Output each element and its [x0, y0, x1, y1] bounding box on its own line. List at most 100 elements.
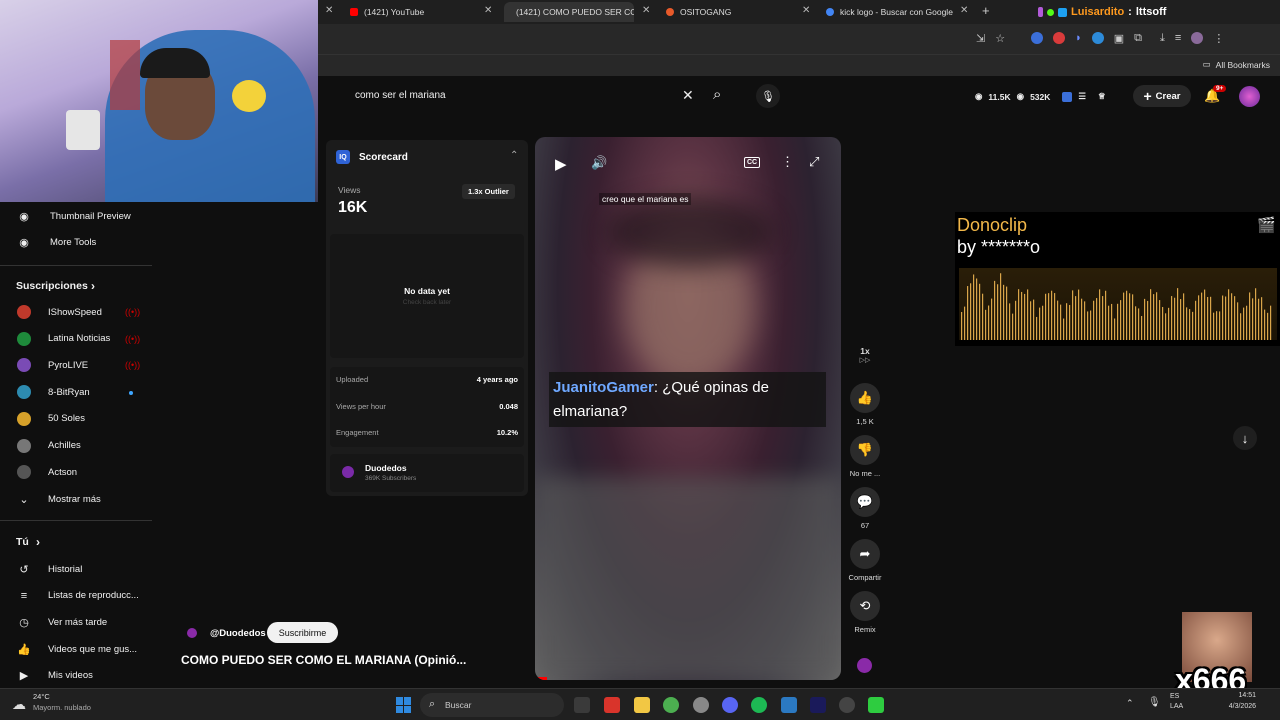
waveform-bar: [1264, 309, 1266, 340]
tab-title: (1421) YouTube: [364, 7, 425, 17]
remix-button[interactable]: ⟲ Remix: [846, 591, 884, 634]
sidebar-item-my-videos[interactable]: ▶ Mis videos: [0, 663, 152, 689]
waveform-bar: [1012, 313, 1014, 340]
all-bookmarks[interactable]: ▭ All Bookmarks: [1203, 59, 1270, 70]
browser-tab-youtube[interactable]: (1421) YouTube: [350, 2, 480, 22]
scroll-down-button[interactable]: ↓: [1233, 426, 1257, 450]
menu-icon[interactable]: ⋮: [1213, 32, 1224, 45]
new-tab-button[interactable]: +: [982, 3, 990, 18]
close-icon[interactable]: ✕: [802, 5, 810, 16]
puzzle-icon[interactable]: ⧉: [1134, 32, 1142, 45]
waveform-bar: [1210, 296, 1212, 340]
dislike-button[interactable]: 👎 No me ...: [846, 435, 884, 478]
weather-temp[interactable]: 24°C: [33, 692, 50, 701]
download-icon[interactable]: ⤓: [1160, 32, 1165, 45]
sidebar-item-subscription[interactable]: Achilles: [0, 433, 152, 459]
browser-tab-google[interactable]: kick logo - Buscar con Google: [826, 2, 956, 22]
voice-search-button[interactable]: 🎙: [756, 84, 780, 108]
sidebar-item-history[interactable]: ↺ Historial: [0, 556, 152, 582]
search-icon[interactable]: ⌕: [713, 86, 721, 103]
notifications-button[interactable]: 🔔 9+: [1204, 85, 1227, 104]
windows-start-icon[interactable]: [396, 697, 412, 713]
waveform-bar: [1213, 312, 1215, 340]
channel-avatar[interactable]: [187, 628, 197, 638]
extension-icon[interactable]: ◗: [1075, 32, 1082, 45]
vidiq-icon[interactable]: [1062, 91, 1073, 102]
notepad-icon[interactable]: [781, 697, 797, 713]
subscriptions-header[interactable]: Suscripciones ›: [0, 273, 152, 299]
file-explorer-icon[interactable]: [634, 697, 650, 713]
sidebar-item-subscription[interactable]: IShowSpeed ((•)): [0, 299, 152, 325]
show-more-button[interactable]: ⌄ Mostrar más: [0, 486, 152, 512]
subscribe-button[interactable]: Suscribirme: [267, 622, 338, 643]
extension-icon[interactable]: [1053, 32, 1066, 44]
close-icon[interactable]: ✕: [960, 5, 968, 16]
comments-button[interactable]: 💬 67: [846, 487, 884, 530]
language-indicator[interactable]: ES LAA: [1170, 692, 1183, 712]
account-avatar[interactable]: [1239, 86, 1260, 107]
browser-tab-ositogang[interactable]: OSITOGANG: [666, 2, 796, 22]
app-icon[interactable]: [693, 697, 709, 713]
sidebar-item-subscription[interactable]: PyroLIVE ((•)): [0, 352, 152, 378]
you-header[interactable]: Tú ›: [0, 529, 152, 555]
waveform-bar: [1243, 307, 1245, 340]
extension-icon[interactable]: [1031, 32, 1044, 44]
waveform-bar: [1141, 316, 1143, 340]
progress-bar[interactable]: [535, 677, 547, 680]
premiere-icon[interactable]: [810, 697, 826, 713]
extension-icon[interactable]: ▣: [1114, 32, 1124, 45]
extension-icon[interactable]: [1091, 32, 1104, 44]
close-icon[interactable]: ✕: [484, 5, 492, 16]
channel-avatar: [17, 411, 31, 426]
playback-speed-button[interactable]: 1x ▷▷: [846, 346, 884, 364]
task-view-icon[interactable]: [574, 697, 590, 713]
channel-card[interactable]: Duodedos 369K Subscribers: [330, 454, 524, 492]
close-icon[interactable]: ✕: [642, 5, 650, 16]
play-icon[interactable]: ▶: [555, 155, 567, 173]
kick-icon[interactable]: [868, 697, 884, 713]
profile-avatar[interactable]: [1191, 32, 1204, 44]
browser-tab-active[interactable]: (1421) COMO PUEDO SER COM: [504, 2, 634, 22]
queue-icon[interactable]: ≡: [1175, 32, 1181, 45]
volume-icon[interactable]: 🔊: [591, 155, 607, 171]
clock-time[interactable]: 14:51: [1238, 692, 1256, 699]
more-vert-icon[interactable]: ⋮: [781, 154, 794, 170]
close-icon[interactable]: ✕: [325, 5, 333, 16]
sidebar-item-playlist[interactable]: ≡ Listas de reproducc...: [0, 583, 152, 609]
audio-source-avatar[interactable]: [857, 658, 872, 673]
create-button[interactable]: + Crear: [1133, 85, 1191, 107]
sidebar-item-subscription[interactable]: Actson: [0, 459, 152, 485]
sidebar-item-clock[interactable]: ◷ Ver más tarde: [0, 609, 152, 635]
discord-icon[interactable]: [722, 697, 738, 713]
sidebar-item-thumbnail-preview[interactable]: ◉ Thumbnail Preview: [0, 203, 152, 229]
collapse-icon[interactable]: ⌃: [510, 150, 518, 161]
chrome-icon[interactable]: [663, 697, 679, 713]
fullscreen-icon[interactable]: ⤢: [809, 154, 819, 170]
captions-icon[interactable]: CC: [744, 157, 761, 168]
waveform-bar: [1084, 301, 1086, 340]
list-icon[interactable]: ☰: [1078, 91, 1086, 102]
app-icon[interactable]: [604, 697, 620, 713]
views-value: 16K: [338, 199, 368, 216]
spotify-icon[interactable]: [751, 697, 767, 713]
trophy-icon[interactable]: ♕: [1098, 91, 1106, 102]
bookmark-star-icon[interactable]: ☆: [995, 32, 1005, 45]
sidebar-item-thumb-up[interactable]: 👍 Videos que me gus...: [0, 636, 152, 662]
obs-icon[interactable]: [839, 697, 855, 713]
chevron-right-icon: ›: [91, 279, 95, 293]
weather-desc[interactable]: Mayorm. nublado: [33, 703, 91, 712]
sidebar-item-more-tools[interactable]: ◉ More Tools: [0, 229, 152, 255]
short-video-player[interactable]: ▶ 🔊 CC ⋮ ⤢ creo que el mariana es Juanit…: [535, 137, 841, 680]
chevron-up-icon[interactable]: ⌃: [1126, 698, 1134, 709]
sidebar-item-subscription[interactable]: Latina Noticias ((•)): [0, 326, 152, 352]
channel-handle[interactable]: @Duodedos: [210, 628, 266, 639]
search-input[interactable]: como ser el mariana: [355, 90, 446, 101]
install-app-icon[interactable]: ⇲: [976, 32, 985, 45]
like-button[interactable]: 👍 1,5 K: [846, 383, 884, 426]
taskbar-search[interactable]: ⌕ Buscar: [420, 693, 564, 717]
microphone-icon[interactable]: 🎙: [1148, 697, 1161, 708]
share-button[interactable]: ➦ Compartir: [846, 539, 884, 582]
clear-search-icon[interactable]: ✕: [682, 87, 694, 104]
clock-date[interactable]: 4/3/2026: [1229, 703, 1256, 710]
sidebar-item-subscription[interactable]: 50 Soles: [0, 406, 152, 432]
